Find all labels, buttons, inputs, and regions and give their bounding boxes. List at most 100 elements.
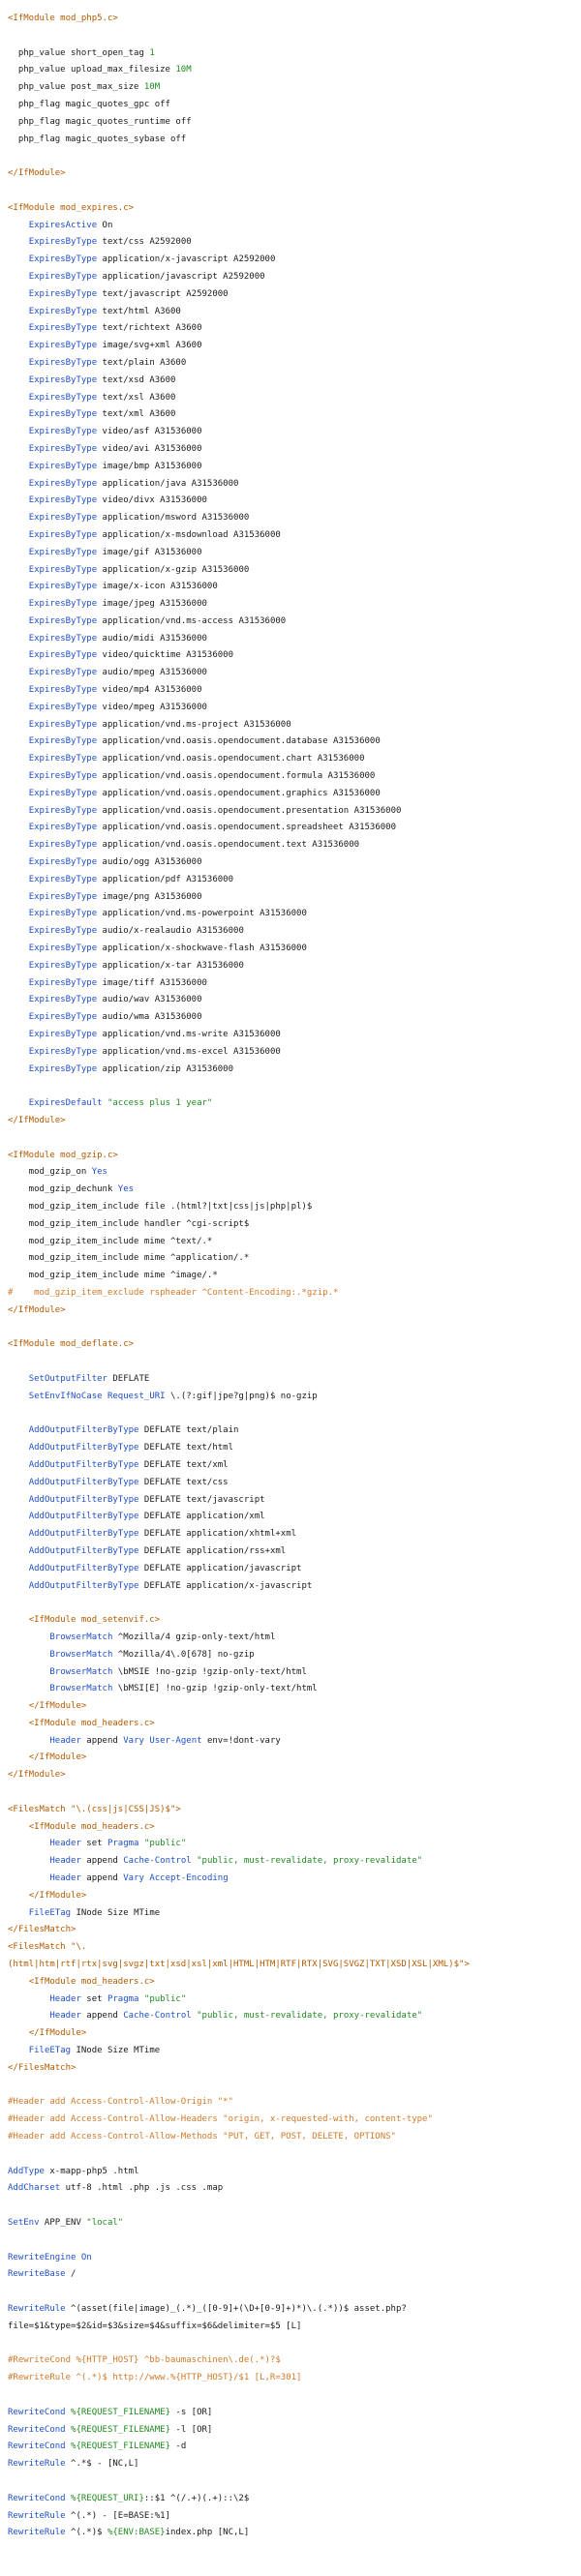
code-line: ExpiresByType application/javascript A25…	[8, 269, 581, 286]
code-line: ExpiresByType application/java A31536000	[8, 476, 581, 494]
code-text: DEFLATE text/html	[138, 1443, 234, 1453]
code-directive: ExpiresByType	[28, 1046, 98, 1057]
code-directive: SetOutputFilter	[28, 1373, 107, 1384]
code-line: mod_gzip_item_include handler ^cgi-scrip…	[8, 1216, 581, 1234]
code-string: "public, must-revalidate, proxy-revalida…	[197, 2011, 423, 2022]
code-directive: BrowserMatch	[49, 1649, 113, 1660]
code-text: php_flag magic_quotes_runtime off	[8, 116, 192, 127]
code-line: AddOutputFilterByType DEFLATE applicatio…	[8, 1543, 581, 1561]
code-directive: ExpiresByType	[28, 288, 98, 299]
code-text: -d	[169, 2441, 187, 2452]
code-line: ExpiresByType application/vnd.ms-access …	[8, 614, 581, 631]
code-tag: </IfModule>	[8, 1304, 66, 1315]
code-text: text/javascript A2592000	[97, 288, 229, 299]
code-directive: SetEnvIfNoCase	[28, 1391, 103, 1401]
code-text: mod_gzip_on	[8, 1167, 92, 1178]
code-tag: <IfModule mod_headers.c>	[28, 1976, 155, 1987]
code-line: file=$1&type=$2&id=$3&size=$4&suffix=$6&…	[8, 2319, 581, 2336]
code-directive: ExpiresByType	[28, 255, 98, 265]
code-text: application/x-gzip A31536000	[97, 564, 250, 575]
code-text: DEFLATE text/plain	[138, 1425, 239, 1436]
code-line: <IfModule mod_setenvif.c>	[8, 1612, 581, 1630]
code-line: <IfModule mod_headers.c>	[8, 1974, 581, 1992]
code-line: <IfModule mod_deflate.c>	[8, 1336, 581, 1354]
code-line: ExpiresByType text/xml A3600	[8, 406, 581, 424]
code-line: ExpiresByType application/x-shockwave-fl…	[8, 941, 581, 958]
code-text: mod_gzip_dechunk	[8, 1184, 118, 1195]
code-text: index.php [NC,L]	[165, 2528, 250, 2538]
code-text: -s [OR]	[169, 2407, 213, 2417]
code-line: ExpiresByType application/vnd.oasis.open…	[8, 786, 581, 803]
code-directive: Header	[49, 1873, 81, 1884]
code-tag: (html|htm|rtf|rtx|svg|svgz|txt|xsd|xsl|x…	[8, 1960, 470, 1970]
code-text: video/mp4 A31536000	[97, 685, 202, 696]
code-directive: ExpiresByType	[28, 323, 98, 334]
htaccess-code-view: <IfModule mod_php5.c> php_value short_op…	[0, 0, 581, 2542]
code-tag: <IfModule mod_deflate.c>	[8, 1339, 135, 1350]
code-text: ^Mozilla/4\.0[678] no-gzip	[112, 1649, 255, 1660]
code-text: image/jpeg A31536000	[97, 599, 207, 610]
code-directive: RewriteCond	[8, 2441, 66, 2452]
code-tag: </IfModule>	[28, 1890, 87, 1901]
code-text: application/vnd.ms-project A31536000	[97, 719, 291, 730]
code-directive: ExpiresByType	[28, 650, 98, 661]
code-text: mod_gzip_item_include mime ^application/…	[8, 1253, 250, 1264]
code-text: video/quicktime A31536000	[97, 650, 234, 661]
code-text: php_value upload_max_filesize	[8, 65, 176, 75]
code-line: mod_gzip_item_include mime ^text/.*	[8, 1234, 581, 1251]
code-text: image/svg+xml A3600	[97, 341, 202, 351]
code-directive: AddOutputFilterByType	[28, 1425, 139, 1436]
code-directive: Vary	[123, 1735, 144, 1746]
code-directive: ExpiresByType	[28, 857, 98, 868]
code-line: php_flag magic_quotes_runtime off	[8, 114, 581, 132]
code-line: #Header add Access-Control-Allow-Methods…	[8, 2129, 581, 2146]
code-line: Header append Cache-Control "public, mus…	[8, 1853, 581, 1871]
code-line: ExpiresByType application/vnd.oasis.open…	[8, 734, 581, 751]
code-directive: ExpiresDefault	[28, 1098, 103, 1109]
code-directive: ExpiresByType	[28, 823, 98, 833]
code-comment: #RewriteRule ^(.*)$ http://www.%{HTTP_HO…	[8, 2373, 302, 2383]
code-directive: RewriteBase	[8, 2269, 66, 2280]
code-text: x-mapp-php5 .html	[44, 2166, 139, 2176]
code-directive: ExpiresByType	[28, 944, 98, 954]
code-line: </IfModule>	[8, 165, 581, 183]
code-directive: Vary	[123, 1873, 144, 1884]
code-line: <IfModule mod_php5.c>	[8, 11, 581, 28]
code-line: php_value short_open_tag 1	[8, 45, 581, 63]
code-text: APP_ENV	[39, 2218, 87, 2228]
code-line: AddOutputFilterByType DEFLATE text/javas…	[8, 1492, 581, 1510]
code-line: ExpiresByType text/xsl A3600	[8, 390, 581, 407]
code-text: /	[65, 2269, 76, 2280]
code-text: ^(.*)$	[65, 2528, 107, 2538]
code-directive: ExpiresByType	[28, 995, 98, 1005]
code-line: ExpiresByType text/richtext A3600	[8, 320, 581, 338]
code-line: ExpiresByType audio/ogg A31536000	[8, 854, 581, 872]
code-directive: ExpiresByType	[28, 271, 98, 282]
code-line: ExpiresByType application/x-msdownload A…	[8, 527, 581, 545]
code-directive: ExpiresByType	[28, 427, 98, 437]
code-directive: ExpiresByType	[28, 357, 98, 368]
code-text: text/xsd A3600	[97, 374, 176, 385]
